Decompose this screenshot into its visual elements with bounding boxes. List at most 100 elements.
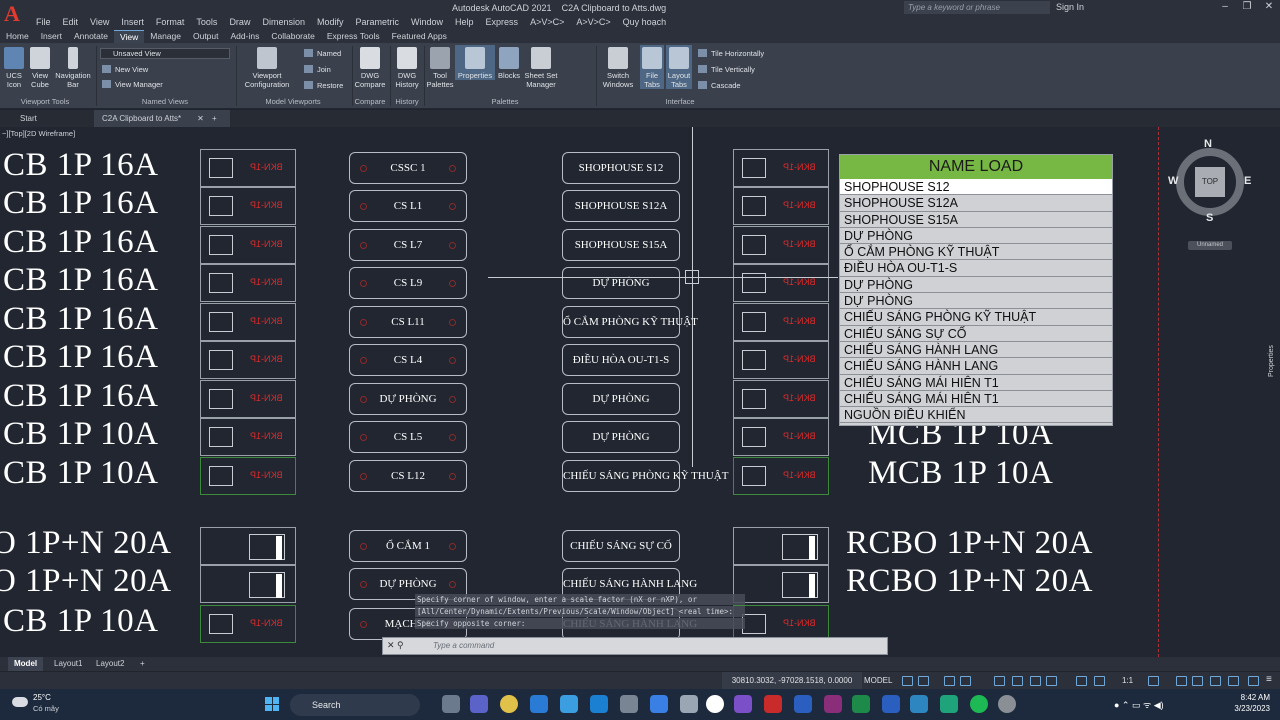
tool-palettes-button[interactable]: Tool Palettes: [426, 45, 454, 89]
isolate-objects-icon[interactable]: [1228, 676, 1239, 686]
menu-draw[interactable]: Draw: [223, 16, 256, 28]
snap-icon[interactable]: [918, 676, 929, 686]
circuit-name-cell[interactable]: SHOPHOUSE S12A: [562, 190, 680, 222]
circuit-name-cell[interactable]: Ổ CẮM PHÒNG KỸ THUẬT: [562, 306, 698, 338]
breaker-block[interactable]: [200, 565, 296, 603]
sign-in-button[interactable]: Sign In: [1056, 2, 1084, 12]
menu-parametric[interactable]: Parametric: [350, 16, 406, 28]
add-layout-button[interactable]: +: [134, 657, 151, 671]
view-cube-button[interactable]: View Cube: [28, 45, 52, 89]
name-load-row[interactable]: CHIẾU SÁNG HÀNH LANG: [840, 358, 1112, 375]
circuit-name-cell[interactable]: Ổ CẮM 1: [349, 530, 467, 562]
menu-view[interactable]: View: [84, 16, 115, 28]
object-snap-tracking-icon[interactable]: [1012, 676, 1023, 686]
sheet-set-manager-button[interactable]: Sheet Set Manager: [522, 45, 560, 89]
circuit-name-cell[interactable]: DỰ PHÒNG: [562, 267, 680, 299]
file-explorer-icon[interactable]: [442, 695, 460, 713]
breaker-block[interactable]: BKN-1P: [200, 187, 296, 225]
zalo-icon[interactable]: [706, 695, 724, 713]
name-load-row[interactable]: CHIẾU SÁNG SỰ CỐ: [840, 326, 1112, 342]
breaker-block[interactable]: BKN-1P: [200, 264, 296, 302]
compass-east[interactable]: E: [1244, 175, 1251, 187]
circuit-name-cell[interactable]: CS L1: [349, 190, 467, 222]
circuit-name-cell[interactable]: CHIẾU SÁNG PHÒNG KỸ THUẬT: [562, 460, 728, 492]
command-input[interactable]: Type a command: [433, 638, 494, 654]
circuit-name-cell[interactable]: ĐIỀU HÒA OU-T1-S: [562, 344, 680, 376]
breaker-block[interactable]: BKN-1P: [200, 457, 296, 495]
app-icon-green[interactable]: [940, 695, 958, 713]
lineweight-icon[interactable]: [1046, 676, 1057, 686]
menu-edit[interactable]: Edit: [57, 16, 85, 28]
tab-annotate[interactable]: Annotate: [68, 30, 114, 43]
breaker-block[interactable]: BKN-1P: [200, 380, 296, 418]
store-icon[interactable]: [680, 695, 698, 713]
customization-menu-icon[interactable]: ≡: [1266, 674, 1272, 685]
app-icon-purple[interactable]: [824, 695, 842, 713]
mail-icon[interactable]: [650, 695, 668, 713]
compass-south[interactable]: S: [1206, 212, 1213, 224]
circuit-name-cell[interactable]: DỰ PHÒNG: [562, 421, 680, 453]
tab-collaborate[interactable]: Collaborate: [265, 30, 320, 43]
compass-west[interactable]: W: [1168, 175, 1178, 187]
breaker-block[interactable]: BKN-1P: [200, 341, 296, 379]
circuit-name-cell[interactable]: CS L12: [349, 460, 467, 492]
properties-palette-tab[interactable]: Properties: [1268, 345, 1275, 377]
annotation-visibility-icon[interactable]: [1076, 676, 1087, 686]
menu-insert[interactable]: Insert: [115, 16, 150, 28]
ucs-menu-button[interactable]: Unnamed: [1188, 241, 1232, 250]
menu-avc-1[interactable]: A>V>C>: [524, 16, 570, 28]
excel-icon[interactable]: [852, 695, 870, 713]
properties-button[interactable]: Properties: [455, 45, 495, 80]
view-cube[interactable]: TOP N S E W: [1168, 138, 1251, 224]
circuit-name-cell[interactable]: SHOPHOUSE S12: [562, 152, 680, 184]
name-load-row[interactable]: CHIẾU SÁNG MÁI HIÊN T1: [840, 391, 1112, 408]
menu-quy-hoach[interactable]: Quy hoạch: [617, 16, 673, 28]
autocad-logo-icon[interactable]: A: [4, 2, 22, 26]
weather-temperature[interactable]: 25°C: [33, 693, 51, 702]
grid-icon[interactable]: [902, 676, 913, 686]
breaker-block[interactable]: BKN-1P: [200, 303, 296, 341]
menu-avc-2[interactable]: A>V>C>: [570, 16, 616, 28]
navigation-bar-button[interactable]: Navigation Bar: [52, 45, 94, 89]
settings-app-icon[interactable]: [794, 695, 812, 713]
photos-icon[interactable]: [560, 695, 578, 713]
units-icon[interactable]: [1192, 676, 1203, 686]
new-tab-button[interactable]: +: [204, 110, 225, 127]
menu-express[interactable]: Express: [480, 16, 525, 28]
explorer-folder-icon[interactable]: [620, 695, 638, 713]
coordinate-readout[interactable]: 30810.3032, -97028.1518, 0.0000: [722, 672, 862, 690]
view-manager-button[interactable]: View Manager: [102, 80, 163, 90]
name-load-row[interactable]: CHIẾU SÁNG PHÒNG KỸ THUẬT: [840, 309, 1112, 326]
breaker-block[interactable]: [200, 527, 296, 565]
viewport-tools-group[interactable]: Viewport Tools: [10, 97, 80, 106]
cascade-button[interactable]: Cascade: [698, 81, 741, 91]
hardware-acceleration-icon[interactable]: [1210, 676, 1221, 686]
annotation-monitor-icon[interactable]: [1176, 676, 1187, 686]
breaker-block[interactable]: BKN-1P: [733, 149, 829, 187]
tile-horizontally-button[interactable]: Tile Horizontally: [698, 49, 764, 59]
compass-north[interactable]: N: [1204, 138, 1212, 150]
minimize-button[interactable]: –: [1214, 0, 1236, 16]
circuit-name-cell[interactable]: CS L5: [349, 421, 467, 453]
object-snap-icon[interactable]: [1030, 676, 1041, 686]
auto-scale-icon[interactable]: [1094, 676, 1105, 686]
settings-gear-icon[interactable]: [998, 695, 1016, 713]
name-load-row[interactable]: DỰ PHÒNG: [840, 277, 1112, 294]
tile-vertically-button[interactable]: Tile Vertically: [698, 65, 755, 75]
tab-model[interactable]: Model: [8, 657, 44, 671]
named-view-dropdown[interactable]: Unsaved View: [100, 48, 230, 59]
menu-modify[interactable]: Modify: [311, 16, 350, 28]
menu-file[interactable]: File: [30, 16, 57, 28]
clock-date[interactable]: 3/23/2023: [1212, 704, 1270, 713]
word-icon[interactable]: [882, 695, 900, 713]
name-load-row[interactable]: Ổ CẮM PHÒNG KỸ THUẬT: [840, 244, 1112, 261]
new-view-button[interactable]: New View: [102, 65, 148, 75]
dwg-history-button[interactable]: DWG History: [392, 45, 422, 89]
ortho-icon[interactable]: [944, 676, 955, 686]
annotation-scale[interactable]: 1:1: [1122, 672, 1133, 690]
vscode-icon[interactable]: [530, 695, 548, 713]
tab-home[interactable]: Home: [0, 30, 35, 43]
viewport-configuration-button[interactable]: Viewport Configuration: [240, 45, 294, 89]
circuit-name-cell[interactable]: CHIẾU SÁNG SỰ CỐ: [562, 530, 680, 562]
menu-tools[interactable]: Tools: [190, 16, 223, 28]
